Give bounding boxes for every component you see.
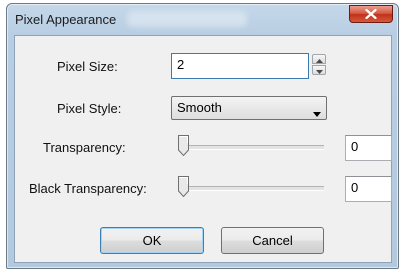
- black-transparency-slider-track: [178, 186, 324, 191]
- title-bar-background-ghost: [127, 11, 247, 27]
- transparency-value-input[interactable]: 0: [345, 135, 392, 161]
- transparency-slider-track: [178, 145, 324, 150]
- pixel-style-selected: Smooth: [177, 100, 222, 115]
- dialog-body: Pixel Size: 2 Pixel Style: Smooth Transp…: [14, 35, 392, 263]
- close-button[interactable]: [349, 5, 393, 23]
- black-transparency-slider[interactable]: [178, 176, 324, 198]
- close-icon: [365, 9, 377, 19]
- title-bar[interactable]: Pixel Appearance: [7, 4, 398, 36]
- pixel-appearance-dialog: Pixel Appearance Pixel Size: 2 Pixel Sty…: [6, 3, 399, 269]
- dropdown-arrow-icon: [313, 105, 321, 120]
- black-transparency-label: Black Transparency:: [29, 181, 147, 196]
- pixel-size-label: Pixel Size:: [57, 59, 118, 74]
- arrow-down-icon: [315, 61, 323, 79]
- ok-button[interactable]: OK: [100, 227, 204, 254]
- pixel-size-input[interactable]: 2: [171, 53, 309, 79]
- cancel-button[interactable]: Cancel: [221, 227, 324, 254]
- black-transparency-value-input[interactable]: 0: [345, 176, 392, 202]
- black-transparency-slider-thumb[interactable]: [178, 176, 189, 198]
- pixel-style-label: Pixel Style:: [57, 101, 122, 116]
- transparency-slider-thumb[interactable]: [178, 135, 189, 157]
- spin-down-button[interactable]: [312, 65, 326, 75]
- transparency-label: Transparency:: [43, 140, 126, 155]
- dialog-title: Pixel Appearance: [15, 12, 117, 27]
- pixel-style-dropdown[interactable]: Smooth: [171, 96, 327, 120]
- transparency-slider[interactable]: [178, 135, 324, 157]
- pixel-size-spinner[interactable]: [312, 54, 326, 76]
